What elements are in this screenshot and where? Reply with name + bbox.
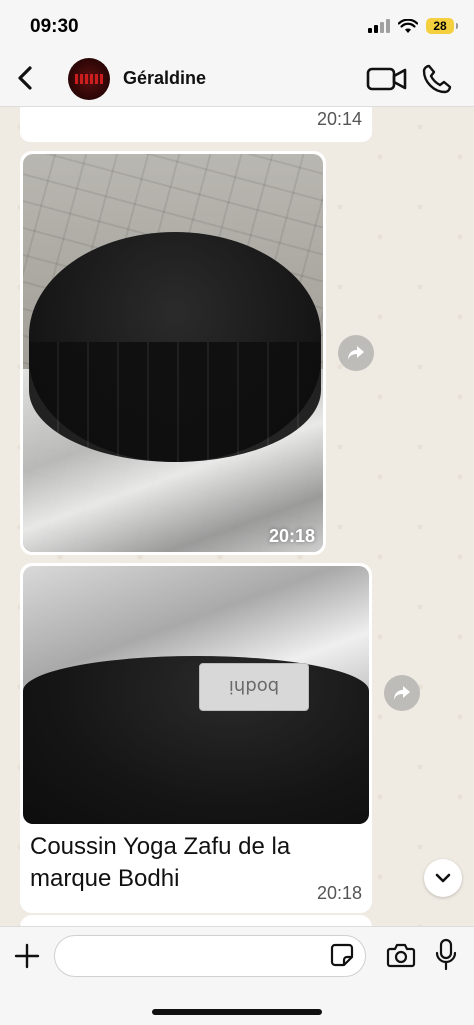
forward-icon [394,686,410,700]
wifi-icon [398,18,418,33]
status-time: 09:30 [30,16,79,37]
scroll-down-button[interactable] [424,859,462,897]
mic-icon[interactable] [434,938,458,972]
cushion-closeup [23,656,369,824]
plus-icon[interactable] [14,943,40,969]
forward-icon [348,346,364,360]
input-bar [0,926,474,1025]
zafu-cushion [29,232,321,462]
home-indicator[interactable] [152,1009,322,1015]
avatar[interactable] [68,58,110,100]
sticker-icon[interactable] [330,943,354,967]
image-message-with-caption[interactable]: bodhi Coussin Yoga Zafu de la marque Bod… [20,563,372,913]
camera-icon[interactable] [386,941,416,969]
cushion-label-photo[interactable]: bodhi [23,566,369,824]
message-timestamp: 20:14 [316,109,362,129]
phone-icon[interactable] [420,62,454,96]
brand-label: bodhi [199,663,309,711]
back-icon[interactable] [12,62,42,94]
status-icons: 28 [368,18,458,34]
forward-button[interactable] [384,675,420,711]
image-message[interactable]: 20:18 [20,151,326,555]
message-bubble[interactable]: 20:14 [20,107,372,142]
chevron-down-icon [435,873,451,883]
message-input[interactable] [54,935,366,977]
contact-name[interactable]: Géraldine [123,68,206,89]
battery-indicator: 28 [426,18,458,34]
status-bar: 09:30 28 [0,0,474,50]
video-call-icon[interactable] [366,64,408,94]
signal-icon [368,19,390,33]
image-timestamp: 20:18 [268,526,315,546]
chat-header: Géraldine [0,50,474,107]
cushion-photo[interactable]: 20:18 [23,154,323,552]
forward-button[interactable] [338,335,374,371]
chat-area[interactable]: 20:14 20:18 bodhi Coussin Yoga Zafu de l… [0,107,474,927]
image-caption: Coussin Yoga Zafu de la marque Bodhi [30,833,291,892]
caption-timestamp: 20:18 [316,883,362,903]
